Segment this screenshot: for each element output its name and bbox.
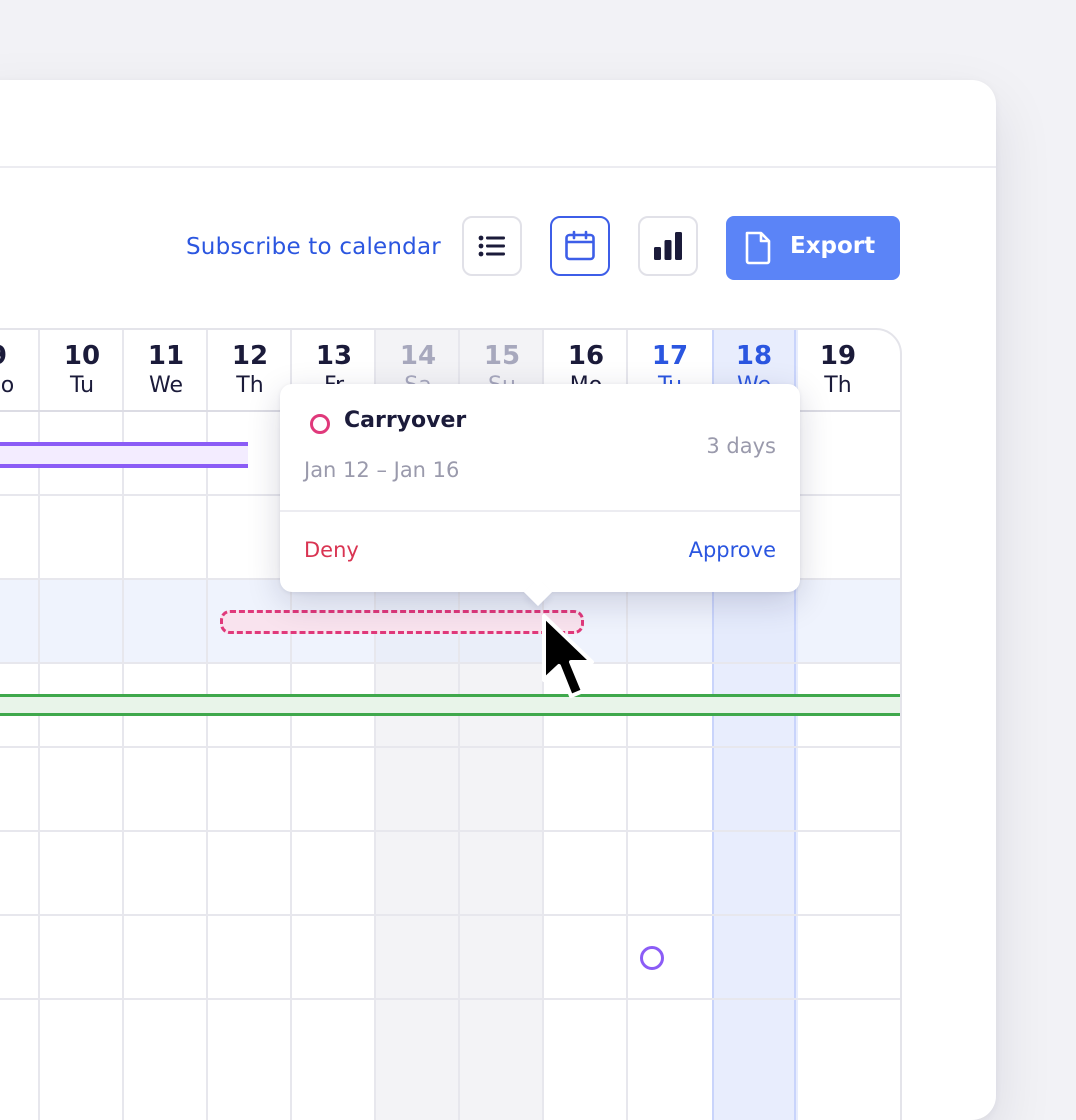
day-number: 10 xyxy=(63,341,101,371)
export-button[interactable]: Export xyxy=(726,216,900,280)
leave-bar-green[interactable] xyxy=(0,694,900,716)
deny-button[interactable]: Deny xyxy=(304,538,359,562)
day-number: 14 xyxy=(399,341,437,371)
day-number: 13 xyxy=(315,341,353,371)
chart-view-button[interactable] xyxy=(638,216,698,276)
carryover-popover: Carryover 3 days Jan 12 – Jan 16 Deny Ap… xyxy=(280,384,800,607)
popover-duration: 3 days xyxy=(706,434,776,458)
day-header[interactable]: 11 We xyxy=(124,340,208,400)
grid-hline xyxy=(0,998,900,1000)
document-icon xyxy=(744,231,772,269)
leave-bar-purple[interactable] xyxy=(0,442,248,468)
day-number: 19 xyxy=(819,341,857,371)
day-number: 16 xyxy=(567,341,605,371)
grid-hline xyxy=(0,746,900,748)
day-weekday: We xyxy=(149,373,183,398)
bar-chart-icon xyxy=(654,232,682,260)
day-number: 12 xyxy=(231,341,269,371)
day-number: 17 xyxy=(651,341,689,371)
list-icon xyxy=(478,235,505,257)
grid-hline xyxy=(0,914,900,916)
day-weekday: Tu xyxy=(69,373,95,398)
popover-divider xyxy=(280,510,800,512)
day-header[interactable]: 9Mo xyxy=(0,340,40,400)
popover-title: Carryover xyxy=(344,408,467,433)
day-header[interactable]: 10 Tu xyxy=(40,340,124,400)
calendar-icon xyxy=(565,230,595,261)
approve-button[interactable]: Approve xyxy=(689,538,776,562)
day-number: 18 xyxy=(735,341,773,371)
calendar-view-button[interactable] xyxy=(550,216,610,276)
export-label: Export xyxy=(790,233,876,259)
toolbar: Subscribe to calendar Export xyxy=(0,216,996,280)
grid-hline xyxy=(0,830,900,832)
day-number: 15 xyxy=(483,341,521,371)
day-header[interactable]: 12 Th xyxy=(208,340,292,400)
subscribe-to-calendar-link[interactable]: Subscribe to calendar xyxy=(186,234,441,260)
popover-date-range: Jan 12 – Jan 16 xyxy=(304,458,460,482)
list-view-button[interactable] xyxy=(462,216,522,276)
carryover-status-ring-icon xyxy=(310,414,330,434)
day-header[interactable]: 19 Th xyxy=(796,340,880,400)
grid-hline xyxy=(0,662,900,664)
day-weekday: Mo xyxy=(0,373,15,398)
day-number: 9 xyxy=(0,340,40,372)
day-number: 11 xyxy=(147,341,185,371)
mouse-pointer-icon xyxy=(542,614,594,698)
calendar-card: Subscribe to calendar Export o 10 Tu 11 … xyxy=(0,80,996,1120)
carryover-pending-bar[interactable] xyxy=(220,610,584,634)
day-weekday: Th xyxy=(824,373,852,398)
event-marker-dot[interactable] xyxy=(640,946,664,970)
header-divider xyxy=(0,166,996,168)
